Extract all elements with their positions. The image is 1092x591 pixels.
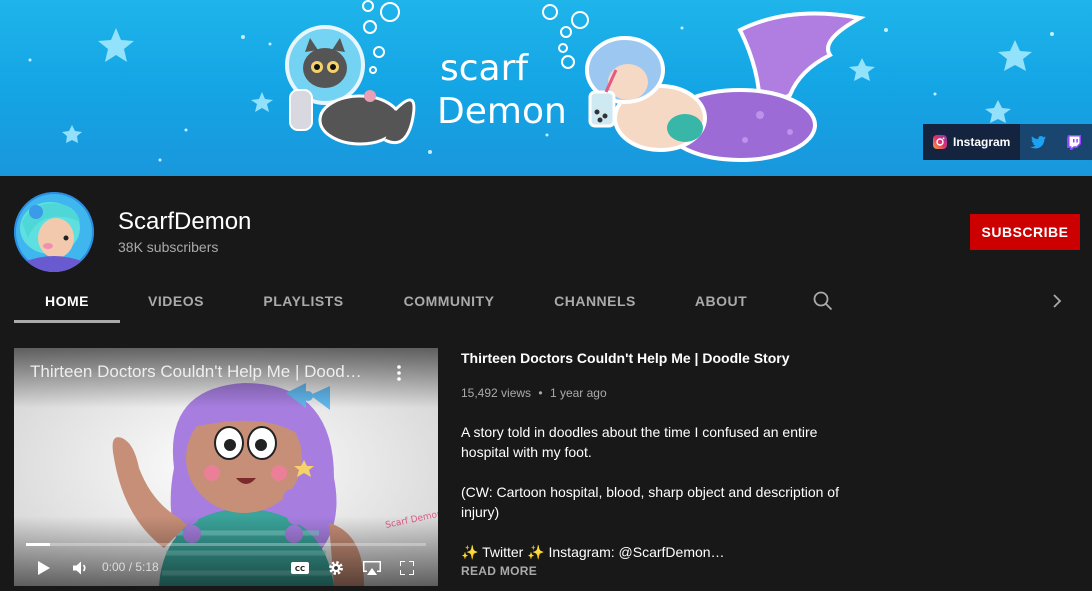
tabs-scroll-right-button[interactable]	[1045, 278, 1069, 323]
play-button[interactable]	[34, 556, 54, 580]
play-icon	[38, 561, 50, 575]
tab-community[interactable]: COMMUNITY	[375, 278, 523, 323]
upload-age: 1 year ago	[549, 386, 607, 400]
featured-video-section: Scarf Demon Thirteen Doctors Couldn't He…	[0, 323, 1092, 591]
subscribe-button[interactable]: SUBSCRIBE	[970, 214, 1080, 250]
fullscreen-button[interactable]	[396, 556, 418, 580]
instagram-link[interactable]: Instagram	[923, 124, 1021, 160]
player-progress-bar[interactable]	[26, 543, 426, 546]
read-more-button[interactable]: READ MORE	[461, 564, 851, 578]
channel-name[interactable]: ScarfDemon	[118, 208, 251, 236]
captions-button[interactable]: CC	[289, 556, 311, 580]
subscriber-count: 38K subscribers	[118, 239, 219, 255]
airplay-icon	[363, 561, 381, 575]
channel-tabs: HOME VIDEOS PLAYLISTS COMMUNITY CHANNELS…	[14, 278, 1092, 323]
player-progress-fill	[26, 543, 50, 546]
search-icon	[813, 291, 833, 310]
captions-icon-label: CC	[295, 565, 305, 573]
tab-videos[interactable]: VIDEOS	[120, 278, 232, 323]
twitch-icon	[1067, 134, 1082, 150]
video-player[interactable]: Scarf Demon Thirteen Doctors Couldn't He…	[14, 348, 438, 586]
channel-avatar[interactable]	[14, 192, 94, 272]
channel-search-button[interactable]	[811, 278, 835, 323]
mute-button[interactable]	[70, 556, 92, 580]
channel-banner: scarf Demon Instagram	[0, 0, 1092, 176]
channel-header: ScarfDemon 38K subscribers SUBSCRIBE HOM…	[0, 176, 1092, 323]
settings-button[interactable]	[325, 556, 347, 580]
chevron-right-icon	[1053, 293, 1062, 308]
twitter-icon	[1030, 135, 1047, 149]
fullscreen-icon	[400, 561, 414, 575]
twitter-link[interactable]	[1020, 124, 1056, 160]
tab-channels[interactable]: CHANNELS	[523, 278, 667, 323]
volume-icon	[73, 561, 86, 575]
banner-title-line2: Demon	[437, 91, 567, 132]
tab-about[interactable]: ABOUT	[667, 278, 775, 323]
twitch-link[interactable]	[1056, 124, 1092, 160]
banner-title-line1: scarf	[440, 48, 529, 89]
tab-home[interactable]: HOME	[14, 278, 120, 323]
banner-links: Instagram	[923, 124, 1092, 160]
meta-separator: •	[538, 386, 543, 400]
instagram-link-label: Instagram	[953, 135, 1011, 149]
video-title[interactable]: Thirteen Doctors Couldn't Help Me | Dood…	[461, 350, 851, 366]
avatar-image	[14, 192, 94, 272]
instagram-icon	[933, 135, 947, 149]
view-count: 15,492 views	[461, 386, 532, 400]
captions-icon: CC	[291, 562, 309, 574]
gear-icon	[329, 561, 343, 575]
video-meta: 15,492 views • 1 year ago	[461, 386, 851, 400]
video-description: A story told in doodles about the time I…	[461, 424, 839, 560]
featured-video-info: Thirteen Doctors Couldn't Help Me | Dood…	[461, 348, 851, 578]
player-more-options-button[interactable]	[390, 362, 408, 384]
player-time-display: 0:00 / 5:18	[102, 560, 159, 574]
more-vertical-icon	[397, 365, 401, 381]
tab-playlists[interactable]: PLAYLISTS	[232, 278, 375, 323]
airplay-button[interactable]	[360, 556, 384, 580]
player-video-title[interactable]: Thirteen Doctors Couldn't Help Me | Dood…	[30, 362, 375, 382]
